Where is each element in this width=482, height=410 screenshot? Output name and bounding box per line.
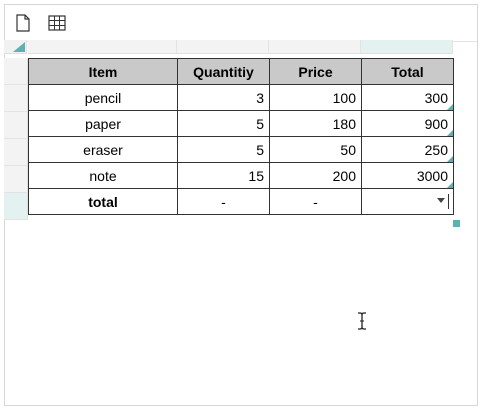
select-all-triangle-icon [13,42,25,52]
cell-price[interactable]: 100 [269,84,362,111]
new-document-icon [16,14,30,32]
cell-item[interactable]: eraser [28,136,178,163]
cell-item[interactable]: paper [28,110,178,137]
text-caret [448,194,449,209]
fill-handle[interactable] [453,220,460,227]
header-price[interactable]: Price [269,58,362,85]
insert-table-icon [48,15,66,31]
cell-quantity[interactable]: 5 [177,110,270,137]
row-header-1[interactable] [4,58,28,85]
table-header-row: Item Quantitiy Price Total [28,58,454,85]
formula-marker-icon [447,156,453,162]
row-header-3[interactable] [4,112,28,139]
table-footer-row: total - - [28,188,454,215]
cell-item[interactable]: note [28,162,178,189]
cell-total-value: 3000 [416,167,448,184]
cell-price[interactable]: 180 [269,110,362,137]
formula-marker-icon [447,104,453,110]
column-header-d[interactable] [361,40,453,54]
cell-total-value: 900 [424,115,448,132]
cell-footer-price[interactable]: - [269,188,362,215]
insert-table-button[interactable] [45,11,69,35]
cell-total-value: 250 [424,141,448,158]
dropdown-arrow-icon[interactable] [437,198,445,203]
row-header-4[interactable] [4,139,28,166]
cell-footer-total-editing[interactable] [361,188,454,215]
column-header-b[interactable] [177,40,269,54]
cell-footer-item[interactable]: total [28,188,178,215]
row-header-5[interactable] [4,166,28,193]
header-total[interactable]: Total [361,58,454,85]
column-header-a[interactable] [28,40,177,54]
table-row: eraser 5 50 250 [28,136,454,163]
cell-footer-quantity[interactable]: - [177,188,270,215]
cell-total[interactable]: 3000 [361,162,454,189]
cell-quantity[interactable]: 5 [177,136,270,163]
toolbar [5,5,477,42]
cell-total[interactable]: 300 [361,84,454,111]
cell-total[interactable]: 250 [361,136,454,163]
column-header-bar [4,40,453,54]
header-quantity[interactable]: Quantitiy [177,58,270,85]
formula-marker-icon [447,182,453,188]
cell-quantity[interactable]: 15 [177,162,270,189]
cell-item[interactable]: pencil [28,84,178,111]
formula-marker-icon [447,130,453,136]
cell-price[interactable]: 200 [269,162,362,189]
text-cursor-icon [358,312,366,330]
select-all-corner[interactable] [4,40,27,54]
row-header-2[interactable] [4,85,28,112]
cell-price[interactable]: 50 [269,136,362,163]
column-header-c[interactable] [269,40,361,54]
header-item[interactable]: Item [28,58,178,85]
table-row: paper 5 180 900 [28,110,454,137]
cell-total[interactable]: 900 [361,110,454,137]
cell-total-value: 300 [424,89,448,106]
table-row: pencil 3 100 300 [28,84,454,111]
new-document-button[interactable] [11,11,35,35]
cell-quantity[interactable]: 3 [177,84,270,111]
row-header-6[interactable] [4,193,28,220]
table-row: note 15 200 3000 [28,162,454,189]
data-table: Item Quantitiy Price Total pencil 3 100 … [28,58,454,215]
